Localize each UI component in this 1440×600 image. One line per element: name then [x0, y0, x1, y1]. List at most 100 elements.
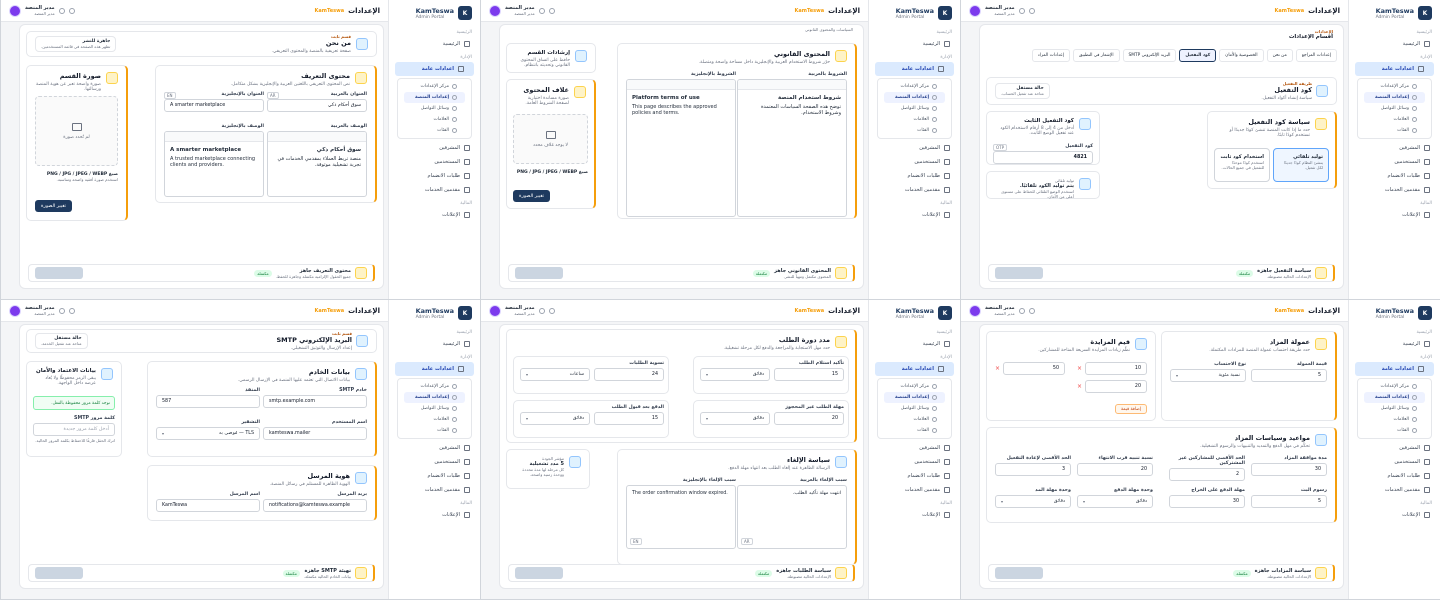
sidebar-sub-brands[interactable]: العلامات [404, 414, 465, 425]
avatar[interactable] [9, 304, 21, 317]
sidebar-sub-categories[interactable]: الفئات [404, 425, 465, 436]
tab-smtp[interactable]: البريد الإلكتروني SMTP [1122, 49, 1177, 62]
sidebar-item-admins[interactable]: المشرفين [869, 441, 960, 455]
sidebar-item-home[interactable]: الرئيسية [869, 37, 960, 51]
desc-en-editor[interactable]: A smarter marketplace A trusted marketpla… [164, 131, 264, 197]
payment-unit[interactable]: دقائق ▾ [520, 412, 590, 425]
bell-icon[interactable] [58, 307, 65, 314]
sidebar-item-settings[interactable]: اعدادات عامة [1355, 362, 1434, 376]
sidebar-sub-center[interactable]: مركز الإعدادات [884, 81, 945, 92]
increment-value-3[interactable]: 50 [1003, 362, 1065, 375]
sidebar-sub-brands[interactable]: العلامات [884, 114, 945, 125]
tab-privacy[interactable]: الخصوصية والأمان [1219, 49, 1264, 62]
bell-icon[interactable] [538, 7, 545, 14]
extension-unit-select[interactable]: دقائق ▾ [995, 495, 1071, 508]
settle-value[interactable]: 24 [594, 368, 664, 381]
sidebar-item-users[interactable]: المستخدمين [389, 455, 480, 469]
tab-about[interactable]: من نحن [1266, 49, 1293, 62]
remove-icon[interactable]: × [995, 365, 1000, 372]
remove-icon[interactable]: × [1077, 365, 1082, 372]
sidebar-item-admins[interactable]: المشرفين [869, 141, 960, 155]
sidebar-item-settings[interactable]: اعدادات عامة [395, 362, 474, 376]
sidebar-sub-categories[interactable]: الفئات [1364, 425, 1425, 436]
sidebar-item-home[interactable]: الرئيسية [1349, 337, 1440, 351]
max-reactivation-input[interactable]: 3 [995, 463, 1071, 476]
settle-unit[interactable]: ساعات ▾ [520, 368, 590, 381]
user-menu[interactable]: مدير المنصة مدير المنصة [969, 4, 1035, 17]
editor-toolbar[interactable] [268, 132, 366, 142]
sidebar-item-home[interactable]: الرئيسية [389, 337, 480, 351]
user-menu[interactable]: مدير المنصة مدير المنصة [9, 304, 75, 317]
confirm-unit[interactable]: دقائق ▾ [700, 368, 770, 381]
sidebar-sub-social[interactable]: وسائل التواصل [884, 103, 945, 114]
sidebar-item-ads[interactable]: الإعلانات [1349, 508, 1440, 522]
max-participants-input[interactable]: 2 [1169, 468, 1245, 481]
change-cover-button[interactable]: تغيير الصورة [513, 190, 550, 202]
tab-notifications[interactable]: الإشعار في التطبيق [1072, 49, 1120, 62]
tab-references[interactable]: إعدادات المراجع [1295, 49, 1337, 62]
unreserved-value[interactable]: 20 [774, 412, 844, 425]
sidebar-sub-center[interactable]: مركز الإعدادات [1364, 381, 1425, 392]
bell-icon[interactable] [58, 7, 65, 14]
sidebar-item-providers[interactable]: مقدمين الخدمات [869, 483, 960, 497]
save-button[interactable] [995, 267, 1043, 279]
save-button[interactable] [35, 567, 83, 579]
bell-icon[interactable] [538, 307, 545, 314]
sidebar-sub-platform[interactable]: إعدادات المنصة [884, 92, 945, 103]
settings-gear-icon[interactable] [548, 307, 555, 314]
sidebar-item-home[interactable]: الرئيسية [869, 337, 960, 351]
sidebar-sub-center[interactable]: مركز الإعدادات [404, 381, 465, 392]
commission-value-input[interactable]: 5 [1251, 369, 1327, 382]
port-input[interactable]: 587 [156, 395, 260, 408]
tab-auction[interactable]: إعدادات المزاد [1031, 49, 1070, 62]
settings-gear-icon[interactable] [1028, 7, 1035, 14]
sidebar-sub-platform[interactable]: إعدادات المنصة [884, 392, 945, 403]
settings-gear-icon[interactable] [68, 307, 75, 314]
settings-gear-icon[interactable] [1028, 307, 1035, 314]
sidebar-item-users[interactable]: المستخدمين [389, 155, 480, 169]
avatar[interactable] [969, 4, 981, 17]
sidebar-sub-categories[interactable]: الفئات [884, 425, 945, 436]
terms-en-editor[interactable]: Platform terms of use This page describes… [626, 79, 736, 217]
sidebar-sub-social[interactable]: وسائل التواصل [1364, 103, 1425, 114]
sidebar-item-admins[interactable]: المشرفين [1349, 441, 1440, 455]
sidebar-item-join-requests[interactable]: طلبات الانضمام [1349, 169, 1440, 183]
user-menu[interactable]: مدير المنصة مدير المنصة [969, 304, 1035, 317]
sidebar-item-providers[interactable]: مقدمين الخدمات [1349, 183, 1440, 197]
bell-icon[interactable] [1018, 7, 1025, 14]
sidebar-item-users[interactable]: المستخدمين [869, 455, 960, 469]
sidebar-item-ads[interactable]: الإعلانات [1349, 208, 1440, 222]
sidebar-sub-categories[interactable]: الفئات [404, 125, 465, 136]
cover-dropzone[interactable]: لا يوجد غلاف محدد [513, 114, 588, 164]
unreserved-unit[interactable]: دقائق ▾ [700, 412, 770, 425]
sidebar-sub-center[interactable]: مركز الإعدادات [1364, 81, 1425, 92]
sidebar-sub-brands[interactable]: العلامات [1364, 114, 1425, 125]
sidebar-item-settings[interactable]: اعدادات عامة [395, 62, 474, 76]
fixed-code-input[interactable]: 4821 [993, 151, 1093, 164]
option-auto-generate[interactable]: توليد تلقائي ينشئ النظام كودًا جديدًا لكل… [1273, 148, 1329, 182]
sidebar-sub-brands[interactable]: العلامات [404, 114, 465, 125]
payment-value[interactable]: 15 [594, 412, 664, 425]
sidebar-item-home[interactable]: الرئيسية [1349, 37, 1440, 51]
desc-ar-editor[interactable]: سوق أحكام ذكي منصة تربط العملاء بمقدمي ال… [267, 131, 367, 197]
avatar[interactable] [9, 4, 21, 17]
sidebar-sub-platform[interactable]: إعدادات المنصة [404, 92, 465, 103]
sidebar-sub-social[interactable]: وسائل التواصل [884, 403, 945, 414]
avatar[interactable] [969, 304, 981, 317]
sidebar-item-admins[interactable]: المشرفين [389, 441, 480, 455]
sidebar-sub-platform[interactable]: إعدادات المنصة [1364, 392, 1425, 403]
sidebar-item-admins[interactable]: المشرفين [389, 141, 480, 155]
user-menu[interactable]: مدير المنصة مدير المنصة [9, 4, 75, 17]
add-increment-button[interactable]: إضافة قيمة [1114, 404, 1147, 414]
commission-type-select[interactable]: نسبة مئوية ▾ [1170, 369, 1246, 382]
user-menu[interactable]: مدير المنصة مدير المنصة [489, 304, 555, 317]
payment-unit-select[interactable]: دقائق ▾ [1077, 495, 1153, 508]
settings-gear-icon[interactable] [548, 7, 555, 14]
avatar[interactable] [489, 4, 501, 17]
sidebar-sub-brands[interactable]: العلامات [884, 414, 945, 425]
sidebar-sub-social[interactable]: وسائل التواصل [404, 103, 465, 114]
sidebar-sub-platform[interactable]: إعدادات المنصة [1364, 92, 1425, 103]
sidebar-item-settings[interactable]: اعدادات عامة [1355, 62, 1434, 76]
sidebar-sub-center[interactable]: مركز الإعدادات [404, 81, 465, 92]
host-input[interactable]: smtp.example.com [263, 395, 367, 408]
